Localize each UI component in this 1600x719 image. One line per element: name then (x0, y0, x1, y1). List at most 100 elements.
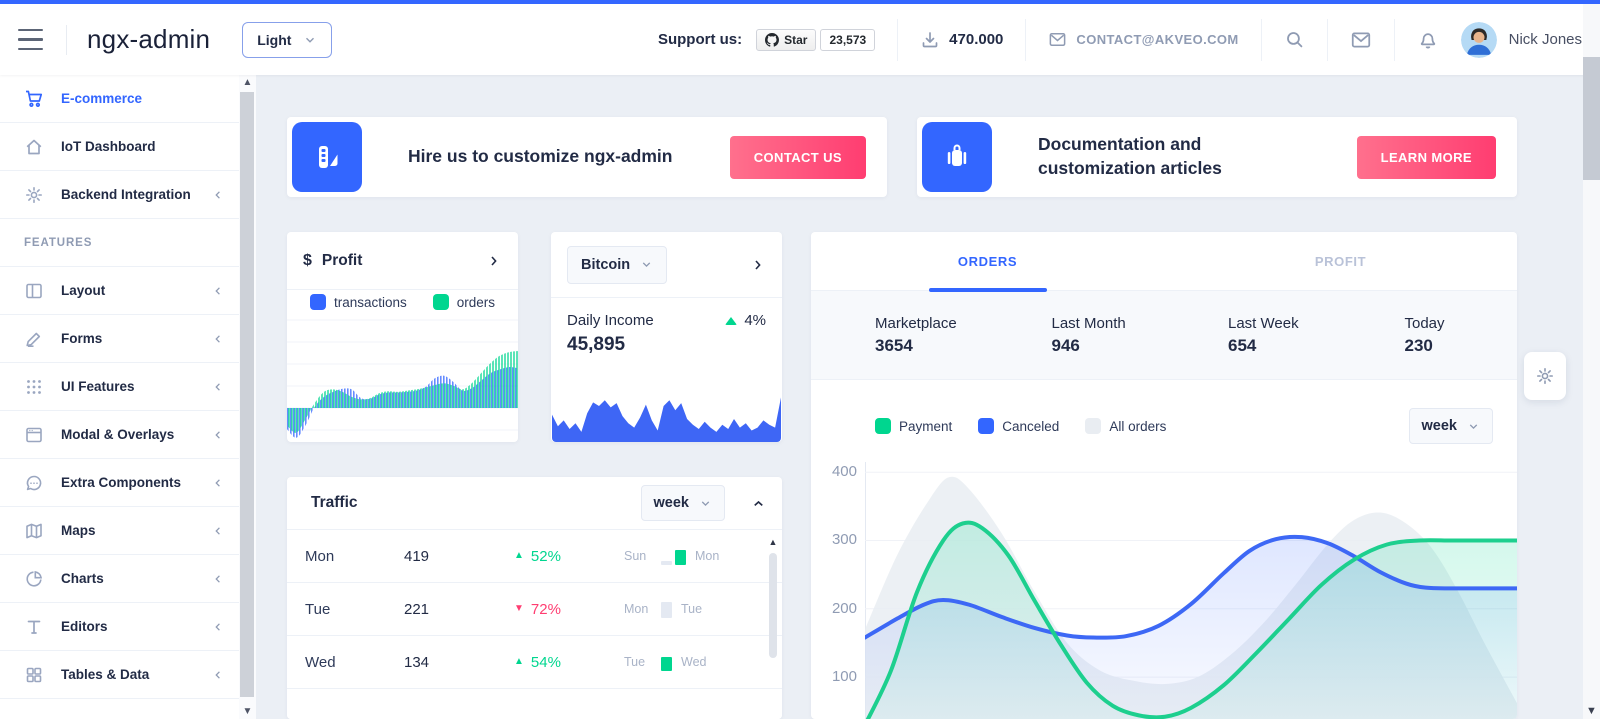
contact-link[interactable]: CONTACT@AKVEO.COM (1048, 30, 1238, 49)
sidebar-item-ui-features[interactable]: UI Features (0, 363, 239, 411)
currency-select[interactable]: Bitcoin (567, 245, 668, 284)
stat-today: Today 230 (1341, 315, 1518, 356)
traffic-row[interactable]: Mon 419 ▲ 52% Sun Mon (287, 530, 782, 583)
stat-value: 946 (1051, 335, 1080, 355)
legend-swatch (875, 418, 891, 434)
compare-to-label: Tue (681, 602, 703, 616)
tab-bar: ORDERS PROFIT (811, 232, 1517, 291)
sidebar-scrollbar[interactable]: ▲ ▼ (239, 75, 256, 719)
traffic-value: 134 (404, 653, 430, 671)
theme-select[interactable]: Light (242, 21, 333, 58)
sidebar-item-forms[interactable]: Forms (0, 315, 239, 363)
traffic-row[interactable]: Tue 221 ▼ 72% Mon Tue (287, 583, 782, 636)
sidebar-item-editors[interactable]: Editors (0, 603, 239, 651)
sidebar-item-tables-data[interactable]: Tables & Data (0, 651, 239, 699)
sidebar-item-label: Maps (61, 523, 96, 538)
mini-bar-chart (661, 600, 672, 618)
mail-icon (1351, 32, 1370, 47)
scroll-up-icon[interactable]: ▲ (767, 537, 779, 547)
sidebar-item-layout[interactable]: Layout (0, 267, 239, 315)
mini-bar-chart (661, 653, 672, 671)
header-divider (66, 24, 67, 55)
scroll-up-icon[interactable]: ▲ (239, 75, 256, 90)
stat-label: Last Month (1051, 314, 1126, 332)
sidebar-item-iot-dashboard[interactable]: IoT Dashboard (0, 123, 239, 171)
page: ngx-admin Light Support us: Star 23,573 … (0, 0, 1600, 719)
cart-icon (24, 89, 46, 109)
stat-last-month: Last Month 946 (988, 315, 1165, 356)
bitcoin-card: Bitcoin Daily Income 45,895 4% (551, 232, 782, 442)
chevron-down-icon (306, 37, 315, 43)
sidebar-item-label: Forms (61, 331, 103, 346)
traffic-period-select[interactable]: week (640, 485, 725, 521)
menu-icon[interactable] (18, 27, 46, 53)
mini-bar-chart (661, 547, 686, 565)
sidebar-item-backend-integration[interactable]: Backend Integration (0, 171, 239, 219)
search-button[interactable] (1284, 29, 1305, 50)
scroll-down-icon[interactable]: ▼ (239, 704, 256, 719)
sidebar-item-ecommerce[interactable]: E-commerce (0, 75, 239, 123)
app-logo[interactable]: ngx-admin (87, 24, 210, 55)
user-menu[interactable]: Nick Jones (1460, 21, 1582, 58)
traffic-row[interactable]: Wed 134 ▲ 54% Tue Wed (287, 636, 782, 689)
traffic-day: Mon (305, 547, 335, 565)
currency-select-value: Bitcoin (581, 256, 631, 273)
tab-orders[interactable]: ORDERS (811, 232, 1164, 290)
stat-label: Today (1404, 314, 1445, 332)
chevron-left-icon (211, 428, 225, 442)
chevron-left-icon (211, 188, 225, 202)
keypad-icon (24, 377, 46, 397)
settings-toggle[interactable] (1524, 352, 1566, 400)
chevron-down-icon (1469, 423, 1478, 429)
dollar-icon: $ (303, 251, 312, 269)
compare-from-label: Mon (624, 602, 649, 616)
chevron-right-icon[interactable] (486, 253, 502, 269)
traffic-scrollbar-thumb[interactable] (769, 553, 777, 658)
search-icon (1286, 32, 1302, 48)
compare-from-label: Tue (624, 655, 646, 669)
sidebar-item-maps[interactable]: Maps (0, 507, 239, 555)
window-scrollbar-thumb[interactable] (1583, 57, 1600, 180)
traffic-scrollbar[interactable]: ▲ (767, 537, 779, 713)
github-star-badge[interactable]: Star 23,573 (756, 28, 876, 51)
stat-label: Last Week (1228, 314, 1299, 332)
chevron-left-icon (211, 524, 225, 538)
trend-up-icon (725, 316, 738, 325)
collapse-icon[interactable] (751, 496, 766, 511)
messages-button[interactable] (1350, 29, 1372, 51)
chevron-left-icon (211, 620, 225, 634)
window-scrollbar[interactable]: ▼ (1583, 4, 1600, 719)
chevron-right-icon[interactable] (750, 257, 766, 273)
sidebar-item-charts[interactable]: Charts (0, 555, 239, 603)
contact-us-button[interactable]: CONTACT US (729, 135, 866, 179)
sidebar-menu: E-commerce IoT Dashboard Backend Integra… (0, 75, 239, 719)
header-actions: Support us: Star 23,573 470.000 CONTACT@… (658, 18, 1582, 61)
learn-more-button[interactable]: LEARN MORE (1356, 135, 1496, 179)
period-select[interactable]: week (1408, 408, 1493, 444)
sidebar-item-extra-components[interactable]: Extra Components (0, 459, 239, 507)
notifications-button[interactable] (1417, 29, 1439, 51)
layout-icon (24, 281, 46, 301)
tab-profit[interactable]: PROFIT (1164, 232, 1517, 290)
chevron-left-icon (211, 476, 225, 490)
sidebar-scrollbar-thumb[interactable] (240, 92, 254, 697)
trend-icon: ▼ (514, 603, 524, 614)
sidebar-item-modal-overlays[interactable]: Modal & Overlays (0, 411, 239, 459)
traffic-card-title: Traffic (311, 494, 358, 511)
traffic-period-value: week (653, 495, 689, 511)
stat-value: 3654 (875, 335, 913, 355)
grid-icon (24, 665, 46, 685)
downloads-counter[interactable]: 470.000 (920, 30, 1003, 50)
chevron-left-icon (211, 668, 225, 682)
download-icon (922, 31, 938, 47)
sidebar-item-label: Extra Components (61, 475, 182, 490)
profit-chart (287, 310, 518, 442)
github-star-count: 23,573 (820, 28, 876, 51)
sidebar-item-label: IoT Dashboard (61, 139, 156, 154)
scroll-down-icon[interactable]: ▼ (1583, 705, 1600, 717)
traffic-row-partial (287, 700, 782, 719)
stat-last-week: Last Week 654 (1164, 315, 1341, 356)
legend-label: All orders (1109, 418, 1167, 434)
banner-title: Hire us to customize ngx-admin (408, 146, 673, 167)
orders-legend: Payment Canceled All orders (875, 418, 1166, 434)
